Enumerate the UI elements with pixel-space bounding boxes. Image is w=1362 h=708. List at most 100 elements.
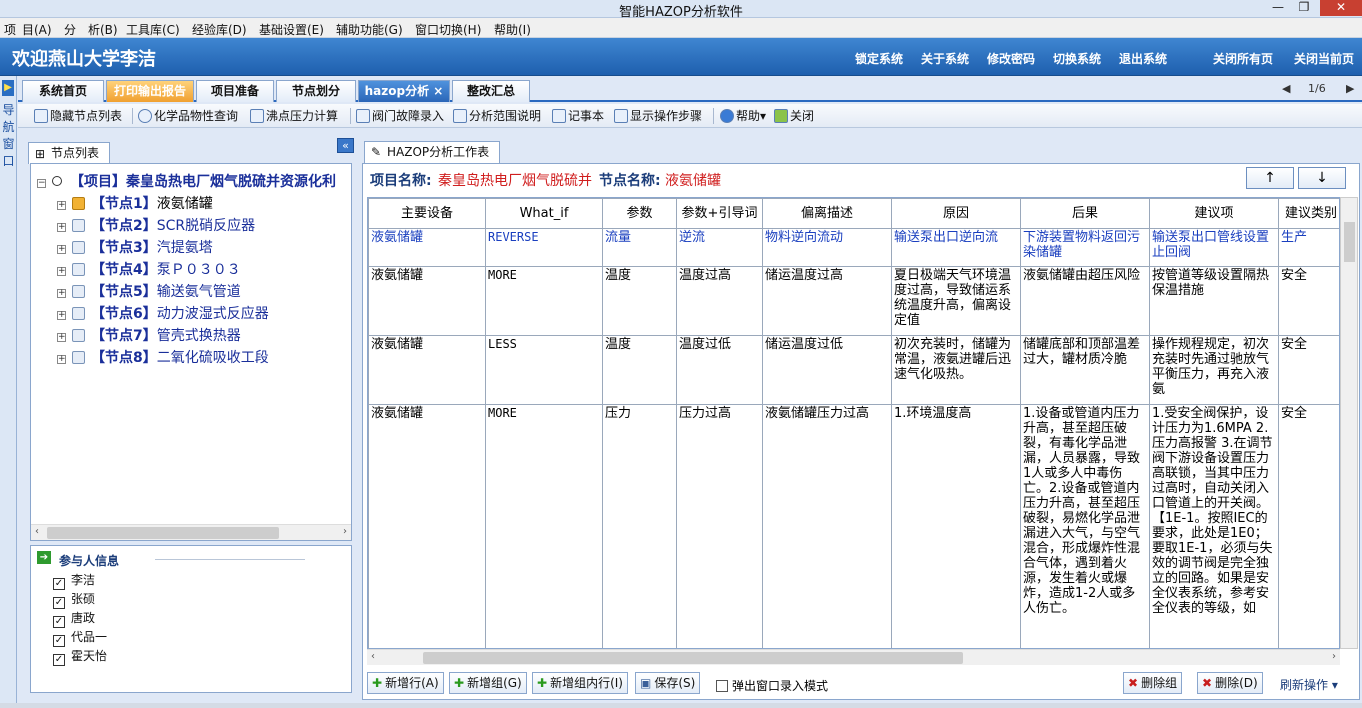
menu-item-project-prefix[interactable]: 项 — [4, 21, 16, 38]
table-row[interactable]: 液氨储罐 LESS 温度 温度过低 储运温度过低 初次充装时，储罐为常温，液氨进… — [368, 335, 1339, 405]
column-header[interactable]: 建议类别 — [1278, 198, 1339, 229]
expand-icon[interactable]: + — [57, 333, 66, 342]
delete-button[interactable]: ✖ 删除(D) — [1197, 672, 1263, 694]
add-row-button[interactable]: ✚ 新增行(A) — [367, 672, 444, 694]
table-cell[interactable]: 温度过低 — [676, 335, 763, 405]
participant-checkbox[interactable]: ✓ 李洁 — [53, 573, 95, 590]
table-cell[interactable]: 1.环境温度高 — [891, 404, 1021, 648]
tab-hazop-worksheet[interactable]: ✎ HAZOP分析工作表 — [364, 141, 500, 163]
expand-icon[interactable]: + — [57, 223, 66, 232]
boiling-pressure-button[interactable]: 沸点压力计算 — [250, 108, 338, 125]
table-cell[interactable]: 安全 — [1278, 404, 1339, 648]
table-cell[interactable]: MORE — [485, 404, 603, 648]
menu-item-window[interactable]: 窗口切换(H) — [415, 21, 481, 38]
tree-node-6[interactable]: + 【节点6】动力波湿式反应器 — [57, 304, 269, 324]
table-cell[interactable]: 操作规程规定，初次充装时先通过驰放气平衡压力，再充入液氨 — [1149, 335, 1279, 405]
table-cell[interactable]: 逆流 — [676, 228, 763, 267]
table-cell[interactable]: 物料逆向流动 — [762, 228, 892, 267]
tree-horizontal-scrollbar[interactable]: ‹ › — [31, 524, 351, 540]
save-button[interactable]: ▣ 保存(S) — [635, 672, 701, 694]
navigation-window-label[interactable]: 导航窗口 — [1, 102, 16, 170]
tree-node-8[interactable]: + 【节点8】二氧化硫吸收工段 — [57, 348, 269, 368]
expand-icon[interactable]: + — [57, 201, 66, 210]
hide-node-list-button[interactable]: 隐藏节点列表 — [34, 108, 122, 125]
expand-icon[interactable]: + — [57, 355, 66, 364]
table-cell[interactable]: 液氨储罐 — [368, 404, 486, 648]
left-navigation-strip[interactable]: ▶ 导航窗口 — [0, 76, 17, 704]
scroll-left-icon[interactable]: ‹ — [371, 651, 375, 662]
minimize-button[interactable]: — — [1264, 0, 1292, 16]
menu-item-help[interactable]: 帮助(I) — [494, 21, 531, 38]
tree-node-2[interactable]: + 【节点2】SCR脱硝反应器 — [57, 216, 255, 236]
add-row-in-group-button[interactable]: ✚ 新增组内行(I) — [532, 672, 628, 694]
tree-node-7[interactable]: + 【节点7】管壳式换热器 — [57, 326, 241, 346]
table-cell[interactable]: 流量 — [602, 228, 677, 267]
table-cell[interactable]: 储罐底部和顶部温差过大，罐材质冷脆 — [1020, 335, 1150, 405]
column-header[interactable]: 偏离描述 — [762, 198, 892, 229]
close-all-pages-link[interactable]: 关闭所有页 — [1213, 50, 1273, 67]
participant-checkbox[interactable]: ✓ 唐政 — [53, 611, 95, 628]
menu-item-settings[interactable]: 基础设置(E) — [259, 21, 324, 38]
table-cell[interactable]: 储运温度过低 — [762, 335, 892, 405]
valve-fault-button[interactable]: 阀门故障录入 — [356, 108, 444, 125]
table-cell[interactable]: 夏日极端天气环境温度过高，导致储运系统温度升高，偏离设定值 — [891, 266, 1021, 336]
table-row[interactable]: 液氨储罐 MORE 温度 温度过高 储运温度过高 夏日极端天气环境温度过高，导致… — [368, 266, 1339, 336]
table-cell[interactable]: 1.设备或管道内压力升高，甚至超压破裂，有毒化学品泄漏，人员暴露，导致1人或多人… — [1020, 404, 1150, 648]
restore-button[interactable]: ❐ — [1290, 0, 1318, 16]
table-cell[interactable]: 温度 — [602, 266, 677, 336]
participant-checkbox[interactable]: ✓ 霍天怡 — [53, 649, 107, 666]
delete-group-button[interactable]: ✖ 删除组 — [1123, 672, 1183, 694]
table-cell[interactable]: 下游装置物料返回污染储罐 — [1020, 228, 1150, 267]
table-cell[interactable]: 初次充装时，储罐为常温，液氨进罐后迅速气化吸热。 — [891, 335, 1021, 405]
tab-node-list[interactable]: ⊞ 节点列表 — [28, 142, 110, 164]
tree-node-5[interactable]: + 【节点5】输送氨气管道 — [57, 282, 241, 302]
tab-node-division[interactable]: 节点划分 — [276, 80, 356, 102]
column-header[interactable]: 建议项 — [1149, 198, 1279, 229]
table-cell[interactable]: 液氨储罐 — [368, 266, 486, 336]
table-cell[interactable]: 液氨储罐由超压风险 — [1020, 266, 1150, 336]
notepad-button[interactable]: 记事本 — [552, 108, 604, 125]
participant-checkbox[interactable]: ✓ 代品一 — [53, 630, 107, 647]
switch-system-link[interactable]: 切换系统 — [1053, 50, 1101, 67]
menu-item-aux[interactable]: 辅助功能(G) — [336, 21, 403, 38]
expand-icon[interactable]: + — [57, 267, 66, 276]
close-window-button[interactable]: ✕ — [1320, 0, 1362, 16]
chemical-property-button[interactable]: 化学品物性查询 — [138, 108, 238, 125]
table-cell[interactable]: 液氨储罐 — [368, 228, 486, 267]
exit-system-link[interactable]: 退出系统 — [1119, 50, 1167, 67]
tab-project-prep[interactable]: 项目准备 — [196, 80, 274, 102]
scroll-right-icon[interactable]: › — [343, 526, 347, 537]
table-cell[interactable]: 温度 — [602, 335, 677, 405]
table-cell[interactable]: 温度过高 — [676, 266, 763, 336]
tab-print-report[interactable]: 打印输出报告 — [106, 80, 194, 102]
column-header[interactable]: 原因 — [891, 198, 1021, 229]
tab-hazop-analysis[interactable]: hazop分析 × — [358, 80, 450, 102]
show-steps-button[interactable]: 显示操作步骤 — [614, 108, 702, 125]
column-header[interactable]: 后果 — [1020, 198, 1150, 229]
close-current-page-link[interactable]: 关闭当前页 — [1294, 50, 1354, 67]
move-down-button[interactable]: ↓ — [1298, 167, 1346, 189]
grid-vertical-scrollbar[interactable] — [1340, 197, 1358, 649]
tree-root-project[interactable]: − 【项目】秦皇岛热电厂烟气脱硫并资源化利 — [37, 172, 336, 192]
help-button[interactable]: 帮助▾ — [720, 108, 766, 125]
popup-mode-checkbox[interactable]: 弹出窗口录入模式 — [716, 677, 828, 694]
expand-icon[interactable]: + — [57, 245, 66, 254]
expand-icon[interactable]: + — [57, 311, 66, 320]
refresh-dropdown[interactable]: 刷新操作 ▾ — [1280, 676, 1338, 693]
column-header[interactable]: 参数+引导词 — [676, 198, 763, 229]
table-cell[interactable]: MORE — [485, 266, 603, 336]
tree-node-1[interactable]: + 【节点1】液氨储罐 — [57, 194, 213, 214]
scroll-right-icon[interactable]: › — [1332, 651, 1336, 662]
participant-checkbox[interactable]: ✓ 张硕 — [53, 592, 95, 609]
table-cell[interactable]: 液氨储罐 — [368, 335, 486, 405]
tree-node-3[interactable]: + 【节点3】汽提氨塔 — [57, 238, 213, 258]
table-cell[interactable]: 安全 — [1278, 335, 1339, 405]
grid-horizontal-scrollbar[interactable]: ‹ › — [367, 649, 1340, 665]
close-button[interactable]: 关闭 — [774, 108, 814, 125]
menu-item-tools[interactable]: 工具库(C) — [126, 21, 180, 38]
menu-item-analysis[interactable]: 分 析(B) — [64, 21, 118, 38]
table-cell[interactable]: 安全 — [1278, 266, 1339, 336]
expand-icon[interactable]: + — [57, 289, 66, 298]
menu-item-project[interactable]: 目(A) — [22, 21, 52, 38]
prev-page-icon[interactable]: ◀ — [1282, 82, 1290, 95]
